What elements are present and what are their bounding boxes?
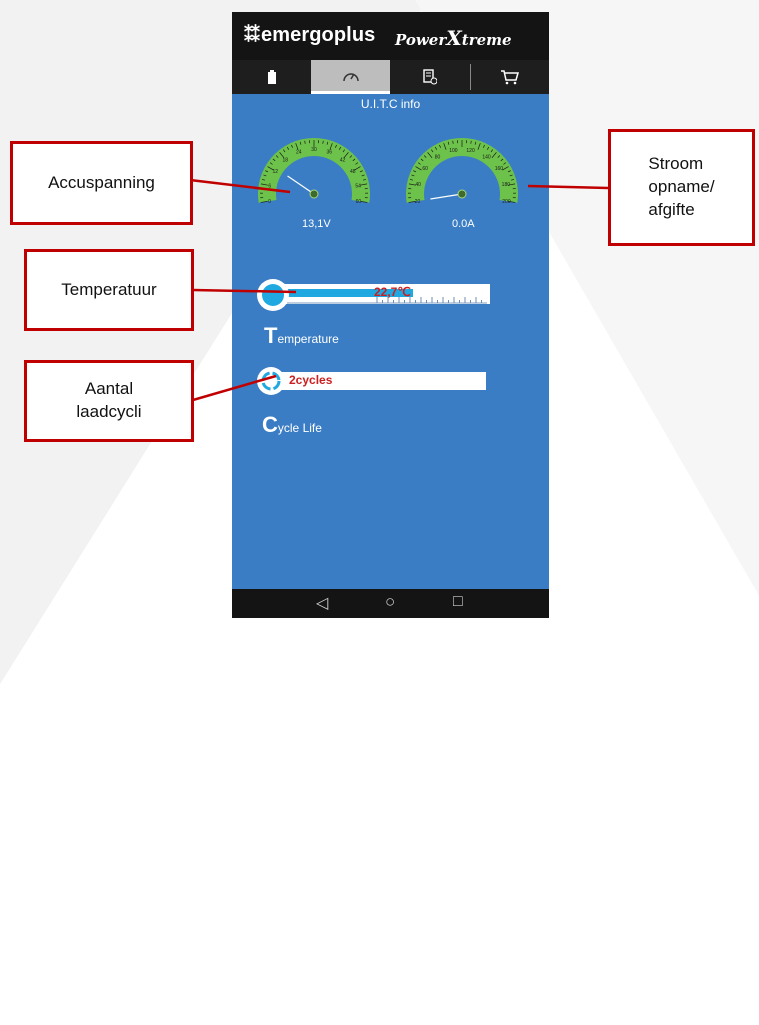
callout-temperature-text: Temperatuur bbox=[61, 279, 156, 302]
callout-cycles: Aantal laadcycli bbox=[24, 360, 194, 442]
callout-temperature: Temperatuur bbox=[24, 249, 194, 331]
callout-cycles-text: laadcycli bbox=[76, 401, 141, 424]
callout-line-temperature bbox=[193, 290, 296, 292]
callout-current-text: opname/ bbox=[648, 176, 714, 199]
callout-voltage-text: Accuspanning bbox=[48, 172, 155, 195]
callout-line-current bbox=[528, 186, 608, 188]
callout-current: Stroom opname/ afgifte bbox=[608, 129, 755, 246]
callout-voltage: Accuspanning bbox=[10, 141, 193, 225]
callout-cycles-text: Aantal bbox=[76, 378, 141, 401]
callout-line-voltage bbox=[190, 180, 290, 192]
callout-line-cycles bbox=[193, 376, 276, 400]
callout-current-text: Stroom bbox=[648, 153, 714, 176]
callout-current-text: afgifte bbox=[648, 199, 714, 222]
